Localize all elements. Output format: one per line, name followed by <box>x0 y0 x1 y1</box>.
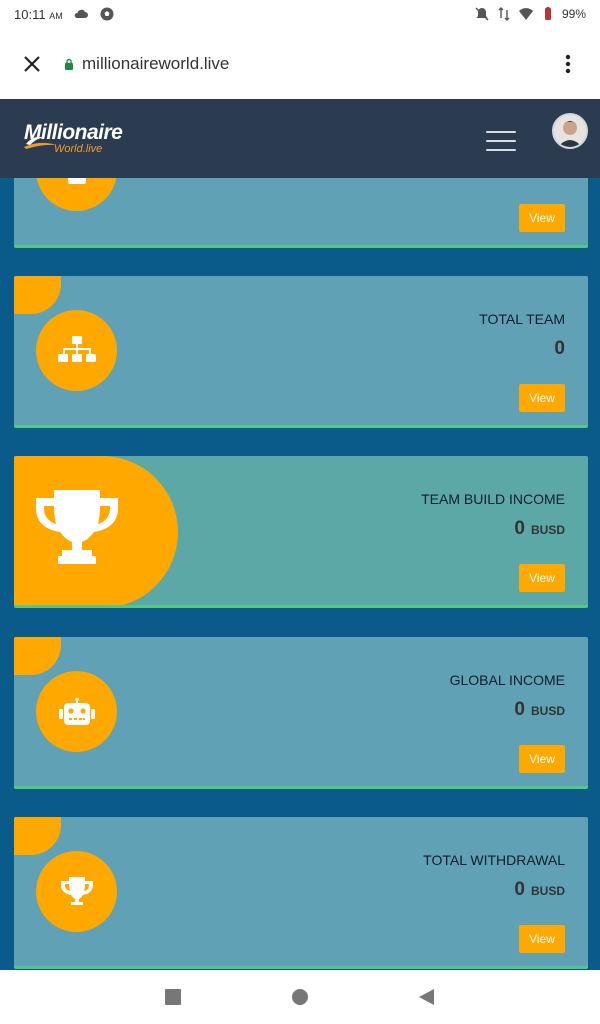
card-value-unit: BUSD <box>530 704 565 718</box>
card-title: TOTAL WITHDRAWAL <box>423 852 565 868</box>
hamburger-line <box>486 140 516 142</box>
browser-menu-button[interactable] <box>556 52 580 76</box>
card-team-build-income: TEAM BUILD INCOME 0 BUSD View <box>14 456 588 608</box>
card-corner-decoration <box>14 276 61 314</box>
card-icon-circle <box>36 671 117 752</box>
logo-swoosh-icon <box>24 136 56 149</box>
card-title: TOTAL TEAM <box>479 311 565 327</box>
robot-icon <box>58 697 95 725</box>
status-bar: 10:11 AM 99% <box>0 0 600 28</box>
card-value-number: 0 <box>514 518 525 539</box>
data-transfer-icon <box>498 7 510 21</box>
url-text: millionaireworld.live <box>82 53 230 73</box>
card-corner-decoration <box>14 637 61 675</box>
card-corner-decoration <box>14 817 61 855</box>
close-icon <box>24 55 40 72</box>
card-partial: View <box>14 178 588 248</box>
card-value: 0 BUSD <box>514 879 565 901</box>
trophy-icon <box>60 876 93 905</box>
card-total-withdrawal: TOTAL WITHDRAWAL 0 BUSD View <box>14 817 588 969</box>
lock-icon <box>65 58 73 70</box>
card-value: 0 <box>554 338 565 360</box>
trophy-icon <box>36 490 118 564</box>
wifi-icon <box>518 8 533 20</box>
document-icon <box>67 178 86 184</box>
home-button[interactable] <box>288 985 312 1009</box>
card-global-income: GLOBAL INCOME 0 BUSD View <box>14 637 588 789</box>
logo-sub-text: World.live <box>54 143 103 155</box>
card-total-team: TOTAL TEAM 0 View <box>14 276 588 428</box>
square-icon <box>165 989 182 1005</box>
card-value: 0 BUSD <box>514 518 565 540</box>
battery-icon <box>544 7 551 20</box>
hamburger-menu-button[interactable] <box>486 131 516 151</box>
status-time-value: 10:11 <box>14 6 46 22</box>
cloud-icon <box>74 9 88 18</box>
card-icon-circle <box>36 178 117 211</box>
soccer-ball-icon <box>100 7 114 21</box>
view-button[interactable]: View <box>519 925 565 953</box>
hamburger-line <box>486 131 516 133</box>
card-value-unit: BUSD <box>530 884 565 898</box>
avatar-person-icon <box>554 115 586 147</box>
card-value-number: 0 <box>514 699 525 720</box>
url-bar[interactable]: millionaireworld.live <box>64 54 229 74</box>
card-icon-circle <box>36 310 117 391</box>
recents-button[interactable] <box>161 985 185 1009</box>
card-value-number: 0 <box>554 338 565 359</box>
mute-icon <box>475 7 489 21</box>
hamburger-line <box>486 149 516 151</box>
triangle-back-icon <box>418 989 434 1005</box>
user-avatar[interactable] <box>552 113 588 149</box>
android-nav-bar <box>0 970 600 1024</box>
more-vertical-icon <box>565 54 571 73</box>
back-button[interactable] <box>415 985 439 1009</box>
card-value: 0 BUSD <box>514 699 565 721</box>
card-value-number: 0 <box>514 879 525 900</box>
status-left: 10:11 AM <box>14 6 115 22</box>
view-button[interactable]: View <box>519 564 565 592</box>
view-button[interactable]: View <box>519 384 565 412</box>
card-value-unit: BUSD <box>530 523 565 537</box>
status-ampm: AM <box>49 10 63 21</box>
card-icon-circle <box>36 851 117 932</box>
status-time: 10:11 AM <box>14 7 63 22</box>
browser-bar: millionaireworld.live <box>0 28 600 99</box>
status-right: 99% <box>474 6 586 22</box>
view-button[interactable]: View <box>519 745 565 773</box>
battery-percent: 99% <box>561 7 586 21</box>
card-title: TEAM BUILD INCOME <box>421 491 565 507</box>
view-button[interactable]: View <box>519 204 565 232</box>
close-tab-button[interactable] <box>20 52 44 76</box>
card-title: GLOBAL INCOME <box>449 672 565 688</box>
sitemap-icon <box>57 335 96 362</box>
dashboard-content[interactable]: View TOTAL TEAM 0 View TEAM BUILD INCOME… <box>0 178 600 970</box>
circle-icon <box>291 989 308 1005</box>
